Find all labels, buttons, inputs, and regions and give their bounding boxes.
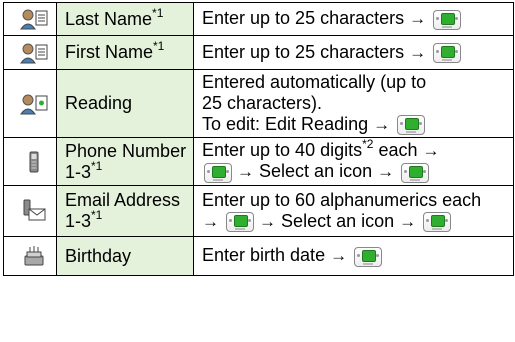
contact-reading-icon (3, 69, 57, 138)
field-description: Enter up to 40 digits*2 each → → Select … (193, 137, 514, 186)
center-select-key-icon (401, 162, 430, 183)
center-select-key-icon (433, 9, 462, 30)
table-row: Reading Entered automatically (up to 25 … (3, 69, 514, 138)
table-row: Email Address 1-3*1 Enter up to 60 alpha… (3, 185, 514, 237)
table-row: Birthday Enter birth date → (3, 236, 514, 276)
field-description: Enter up to 60 alphanumerics each → → Se… (193, 185, 514, 237)
table-row: Phone Number 1-3*1 Enter up to 40 digits… (3, 137, 514, 186)
field-description: Enter up to 25 characters → (193, 2, 514, 36)
contact-name-icon (3, 35, 57, 70)
center-select-key-icon (226, 212, 255, 233)
contact-name-icon (3, 2, 57, 36)
field-label: Email Address 1-3*1 (56, 185, 194, 237)
field-label: Phone Number 1-3*1 (56, 137, 194, 186)
field-description: Enter birth date → (193, 236, 514, 276)
center-select-key-icon (204, 162, 232, 183)
center-select-key-icon (423, 212, 452, 233)
birthday-cake-icon (3, 236, 57, 276)
center-select-key-icon (397, 115, 426, 136)
email-icon (3, 185, 57, 237)
field-label: Birthday (56, 236, 194, 276)
phone-icon (3, 137, 57, 186)
table-row: Last Name*1 Enter up to 25 characters → (3, 2, 514, 36)
entry-fields-table: Last Name*1 Enter up to 25 characters → … (3, 2, 514, 276)
field-label: First Name*1 (56, 35, 194, 70)
field-label: Reading (56, 69, 194, 138)
field-label: Last Name*1 (56, 2, 194, 36)
center-select-key-icon (433, 43, 462, 64)
field-description: Entered automatically (up to 25 characte… (193, 69, 514, 138)
table-row: First Name*1 Enter up to 25 characters → (3, 35, 514, 70)
center-select-key-icon (354, 246, 383, 267)
field-description: Enter up to 25 characters → (193, 35, 514, 70)
